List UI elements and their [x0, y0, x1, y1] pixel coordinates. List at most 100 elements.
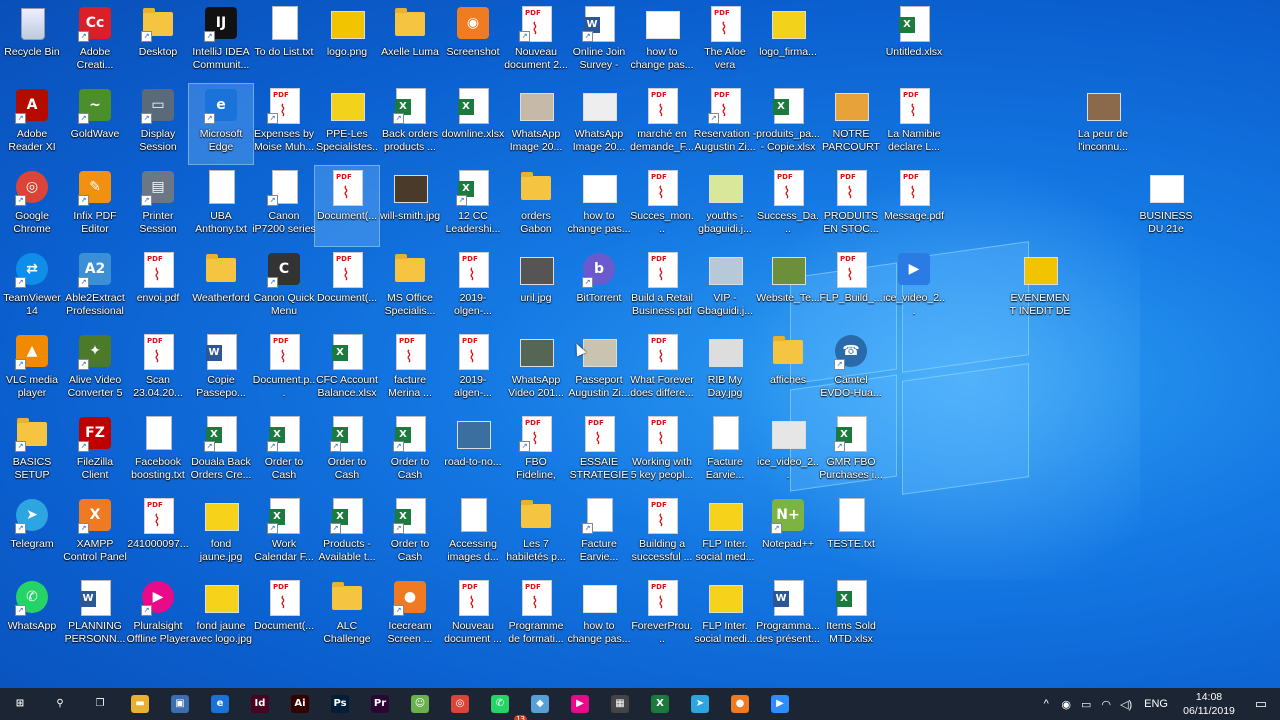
desktop-icon-document-p[interactable]: PDF ⌇ Document.p... [252, 330, 316, 410]
desktop-icon-whatsapp[interactable]: ✆ ↗ WhatsApp [0, 576, 64, 656]
desktop-icon-teste-txt[interactable]: TESTE.txt [819, 494, 883, 574]
desktop-icon-douala-back-orders-cre[interactable]: X ↗ Douala Back Orders Cre... [189, 412, 253, 492]
desktop-icon-nouveau-document[interactable]: PDF ⌇ Nouveau document ... [441, 576, 505, 656]
network-icon[interactable]: ◉ [1056, 698, 1076, 711]
desktop-icon-241000097[interactable]: PDF ⌇ 241000097... [126, 494, 190, 574]
desktop-icon-items-sold-mtd-xlsx[interactable]: X Items Sold MTD.xlsx [819, 576, 883, 656]
desktop-icon-facture-earvie[interactable]: ↗ Facture Earvie... [567, 494, 631, 574]
desktop-icon-recycle-bin[interactable]: Recycle Bin [0, 2, 64, 82]
desktop-icon-filezilla-client[interactable]: FZ ↗ FileZilla Client [63, 412, 127, 492]
desktop-icon-facture-merina[interactable]: PDF ⌇ facture Merina ... [378, 330, 442, 410]
desktop-icon-road-to-no[interactable]: road-to-no... [441, 412, 505, 492]
desktop-icon-evenement-inedit-de[interactable]: EVENEMENT INEDIT DE ... [1008, 248, 1072, 328]
desktop-icon-adobe-creati[interactable]: Cc ↗ Adobe Creati... [63, 2, 127, 82]
desktop-icon-facebook-boosting-txt[interactable]: Facebook boosting.txt [126, 412, 190, 492]
clock[interactable]: 14:08 06/11/2019 [1176, 690, 1242, 718]
desktop-icon-work-calendar-f[interactable]: X ↗ Work Calendar F... [252, 494, 316, 574]
desktop-icon-vip-gbaguidi-j[interactable]: VIP -Gbaguidi.j... [693, 248, 757, 328]
desktop-icon-camtel-evdo-hua[interactable]: ☎ ↗ Camtel EVDO-Hua... [819, 330, 883, 410]
desktop-icon-able2extract-professional[interactable]: A2 ↗ Able2Extract Professional [63, 248, 127, 328]
desktop-icon-produits-en-stoc[interactable]: PDF ⌇ PRODUITS EN STOC... [819, 166, 883, 246]
desktop-icon-programma-des-pr-sent[interactable]: W Programma... des présent... [756, 576, 820, 656]
desktop-icon-alc-challenge[interactable]: ALC Challenge [315, 576, 379, 656]
desktop-icon-expenses-by-moise-muh[interactable]: PDF ⌇ ↗ Expenses by Moise Muh... [252, 84, 316, 164]
desktop-icon-icecream-screen[interactable]: ● ↗ Icecream Screen ... [378, 576, 442, 656]
desktop-icon-cfc-account-balance-xlsx[interactable]: X CFC Account Balance.xlsx [315, 330, 379, 410]
search-button[interactable]: ⚲ [40, 688, 80, 720]
desktop-icon-bittorrent[interactable]: b ↗ BitTorrent [567, 248, 631, 328]
desktop-icon-whatsapp-video-201[interactable]: WhatsApp Video 201... [504, 330, 568, 410]
task-view-button[interactable]: ❐ [80, 688, 120, 720]
notification-center-icon[interactable]: ▭ [1242, 696, 1280, 712]
desktop-icon-succes-mon[interactable]: PDF ⌇ Succes_mon... [630, 166, 694, 246]
desktop-icon-microsoft-edge[interactable]: e ↗ Microsoft Edge [188, 83, 254, 165]
desktop-icon-canon-quick-menu[interactable]: C ↗ Canon Quick Menu [252, 248, 316, 328]
desktop-icon-passeport-augustin-zi[interactable]: Passeport Augustin Zi... [567, 330, 631, 410]
desktop-icon-2019-olgen[interactable]: PDF ⌇ 2019-olgen-... [441, 248, 505, 328]
desktop-icon-desktop[interactable]: ↗ Desktop [126, 2, 190, 82]
desktop-icon-fbo-fideline-commande[interactable]: PDF⌇↗ FBO Fideline, Commande... [504, 412, 568, 492]
desktop-icon-order-to-cash-dashboard[interactable]: X↗ Order to Cash Dashboard ... [252, 412, 316, 492]
desktop-icon-website-te[interactable]: Website_Te... [756, 248, 820, 328]
desktop-icon-rib-my-day-jpg[interactable]: RIB My Day.jpg [693, 330, 757, 410]
desktop-icon-downline-xlsx[interactable]: Xdownline.xlsx [441, 84, 505, 164]
desktop-icon-infix-pdf-editor[interactable]: ✎ ↗ Infix PDF Editor [63, 166, 127, 246]
desktop-icon-printer-session[interactable]: ▤ ↗ Printer Session [126, 166, 190, 246]
desktop-icon-envoi-pdf[interactable]: PDF ⌇ envoi.pdf [126, 248, 190, 328]
desktop-icon-les-7-habilet-s-p[interactable]: Les 7 habiletés p... [504, 494, 568, 574]
desktop-icon-la-peur-de-l-inconnu[interactable]: La peur de l'inconnu... [1071, 84, 1135, 164]
desktop-icon-youths-gbaguidi-j[interactable]: youths -gbaguidi.j... [693, 166, 757, 246]
volume-icon[interactable]: ◁) [1116, 698, 1136, 711]
store-button[interactable]: ▣ [160, 688, 200, 720]
zoom-button[interactable]: ▶ [760, 688, 800, 720]
android-button[interactable]: ☺ [400, 688, 440, 720]
desktop-icon-document[interactable]: PDF ⌇ Document(... [315, 248, 379, 328]
sketch-button[interactable]: ◆ [520, 688, 560, 720]
desktop-icon-google-chrome[interactable]: ◎ ↗ Google Chrome [0, 166, 64, 246]
desktop-icon-order-to-cash-dashboard[interactable]: X↗ Order to Cash Dashboard ... [378, 494, 442, 574]
desktop-icon-logo-png[interactable]: logo.png [315, 2, 379, 82]
icecream-button[interactable]: ● [720, 688, 760, 720]
desktop-icon-notepad[interactable]: N+ ↗ Notepad++ [756, 494, 820, 574]
desktop-icon-adobe-reader-xi[interactable]: A ↗ Adobe Reader XI [0, 84, 64, 164]
calculator-button[interactable]: ▦ [600, 688, 640, 720]
desktop-icon-alive-video-converter-5[interactable]: ✦ ↗ Alive Video Converter 5 [63, 330, 127, 410]
desktop-icon-what-forever-does-differe[interactable]: PDF ⌇ What Forever does differe... [630, 330, 694, 410]
desktop-icon-flp-inter-social-med[interactable]: FLP Inter. social med... [693, 494, 757, 574]
desktop-icon-ice-video-2[interactable]: ▶ ice_video_2... [882, 248, 946, 328]
desktop-icon-message-pdf[interactable]: PDF ⌇ Message.pdf [882, 166, 946, 246]
desktop-icon-flp-build[interactable]: PDF ⌇ FLP_Build_... [819, 248, 883, 328]
desktop-icon-flp-inter-social-medi[interactable]: FLP Inter. social medi... [693, 576, 757, 656]
pluralsight-button[interactable]: ▶ [560, 688, 600, 720]
desktop-icon-fond-jaune-avec-logo-jpg[interactable]: fond jaune avec logo.jpg [189, 576, 253, 656]
wifi-icon[interactable]: ◠ [1096, 698, 1116, 711]
desktop-icon-programme-de-formati[interactable]: PDF ⌇ Programme de formati... [504, 576, 568, 656]
desktop-icon-screenshot[interactable]: ◉ Screenshot [441, 2, 505, 82]
desktop-icon-whatsapp-image-20[interactable]: WhatsApp Image 20... [567, 84, 631, 164]
desktop-icon-the-aloe-vera-company-pdf[interactable]: PDF⌇ The Aloe vera company.pdf [693, 2, 757, 82]
desktop-icon-march-en-demande-f[interactable]: PDF ⌇ marché en demande_F... [630, 84, 694, 164]
desktop-icon-weatherford[interactable]: Weatherford [189, 248, 253, 328]
desktop-icon-build-a-retail-business-pdf[interactable]: PDF ⌇ Build a Retail Business.pdf [630, 248, 694, 328]
desktop-icon-display-session[interactable]: ▭ ↗ Display Session [126, 84, 190, 164]
desktop-icon-success-da[interactable]: PDF ⌇ Success_Da... [756, 166, 820, 246]
desktop-icon-foreverprou[interactable]: PDF ⌇ ForeverProu... [630, 576, 694, 656]
desktop-icon-canon-ip7200-series-on-sc[interactable]: ↗ Canon iP7200 series On-sc... [252, 166, 316, 246]
desktop-icon-order-to-cash-dashboard[interactable]: X↗ Order to Cash Dashboard ... [378, 412, 442, 492]
chevron-up-icon[interactable]: ^ [1036, 698, 1056, 710]
desktop-icon-document[interactable]: PDF ⌇ Document(... [314, 165, 380, 247]
desktop-icon-affiches[interactable]: affiches [756, 330, 820, 410]
desktop-icon-basics-setup[interactable]: ↗ BASICS SETUP [0, 412, 64, 492]
desktop-icon-how-to-change-pas[interactable]: how to change pas... [567, 576, 631, 656]
desktop-icon-uba-anthony-txt[interactable]: UBA Anthony.txt [189, 166, 253, 246]
desktop-icon-will-smith-jpg[interactable]: will-smith.jpg [378, 166, 442, 246]
illustrator-button[interactable]: Ai [280, 688, 320, 720]
desktop-icon-essaie-strategie[interactable]: PDF⌇ ESSAIE STRATEGIE ... [567, 412, 631, 492]
desktop-icon-how-to-change-pas[interactable]: how to change pas... [630, 2, 694, 82]
desktop-icon-copie-passepo[interactable]: W Copie Passepo... [189, 330, 253, 410]
desktop-icon-uril-jpg[interactable]: uril.jpg [504, 248, 568, 328]
desktop-icon-produits-pa-copie-xlsx[interactable]: Xproduits_pa... - Copie.xlsx [756, 84, 820, 164]
telegram-button[interactable]: ➤ [680, 688, 720, 720]
desktop-icon-la-namibie-declare-l[interactable]: PDF ⌇ La Namibie declare L... [882, 84, 946, 164]
desktop-icon-logo-firma[interactable]: logo_firma... [756, 2, 820, 82]
